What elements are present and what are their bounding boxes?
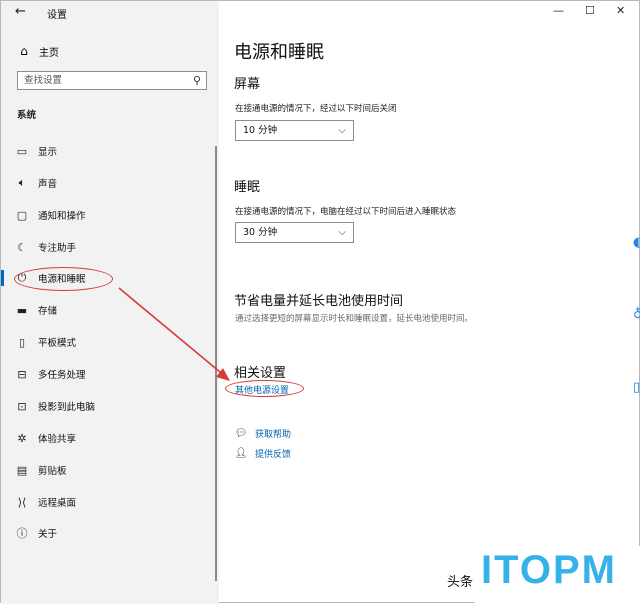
clipboard-icon: ▤: [16, 463, 28, 477]
watermark: 头条 ITOPM: [447, 546, 640, 604]
sidebar-item-label: 剪贴板: [38, 466, 67, 477]
sidebar-item-label: 关于: [38, 529, 58, 540]
sidebar-item-label: 通知和操作: [38, 211, 86, 222]
sidebar-item-display[interactable]: ▭ 显示: [14, 140, 209, 162]
sidebar-item-label: 显示: [38, 147, 58, 158]
background-window-icon: ◐: [633, 235, 640, 250]
dropdown-value: 30 分钟: [243, 227, 278, 238]
sidebar: ← 设置 ⌂ 主页 查找设置 ⚲ 系统 ▭ 显示 🔈︎ 声音 ▢ 通知和操作 ☾…: [1, 1, 219, 604]
sleep-description: 在接通电源的情况下，电脑在经过以下时间后进入睡眠状态: [235, 207, 457, 217]
sidebar-item-remote-desktop[interactable]: ⟩⟨ 远程桌面: [14, 491, 209, 513]
sidebar-item-label: 投影到此电脑: [38, 402, 96, 413]
sidebar-home[interactable]: ⌂ 主页: [17, 43, 59, 59]
section-title: 系统: [17, 110, 37, 121]
sidebar-item-tablet-mode[interactable]: ▯ 平板模式: [14, 331, 209, 353]
search-icon[interactable]: ⚲: [193, 72, 201, 89]
feedback-person-icon: 👤︎: [234, 448, 248, 459]
moon-icon: ☾: [17, 240, 27, 254]
settings-window: ← 设置 ⌂ 主页 查找设置 ⚲ 系统 ▭ 显示 🔈︎ 声音 ▢ 通知和操作 ☾…: [0, 0, 640, 604]
sleep-timeout-dropdown[interactable]: 30 分钟 ⌵: [235, 222, 354, 243]
screen-heading: 屏幕: [234, 77, 261, 92]
sidebar-item-notifications[interactable]: ▢ 通知和操作: [14, 204, 209, 226]
sleep-heading: 睡眠: [234, 180, 261, 195]
remote-desktop-icon: ⟩⟨: [17, 495, 27, 509]
sidebar-item-label: 多任务处理: [38, 370, 86, 381]
chat-help-icon: 💬︎: [234, 428, 248, 439]
home-icon: ⌂: [20, 44, 28, 58]
tablet-icon: ▯: [18, 335, 26, 349]
sidebar-item-storage[interactable]: ▬ 存储: [14, 299, 209, 321]
sidebar-item-label: 专注助手: [38, 243, 77, 254]
chevron-down-icon: ⌵: [338, 125, 346, 136]
sidebar-scrollbar[interactable]: [215, 146, 217, 581]
dropdown-value: 10 分钟: [243, 125, 278, 136]
home-label: 主页: [39, 47, 59, 59]
sidebar-item-about[interactable]: ⓘ 关于: [14, 522, 209, 544]
page-title: 电源和睡眠: [234, 42, 324, 63]
back-arrow-icon[interactable]: ←: [15, 4, 26, 19]
feedback-label: 提供反馈: [255, 450, 292, 460]
sidebar-item-label: 平板模式: [38, 338, 77, 349]
annotation-ellipse: [14, 267, 113, 291]
project-icon: ⊡: [17, 399, 27, 413]
watermark-prefix: 头条: [447, 575, 474, 590]
maximize-button[interactable]: ☐: [585, 4, 595, 17]
watermark-logo: ITOPM: [481, 548, 617, 592]
window-title: 设置: [47, 10, 67, 21]
search-input[interactable]: 查找设置 ⚲: [17, 71, 207, 90]
chevron-down-icon: ⌵: [338, 227, 346, 238]
search-placeholder: 查找设置: [24, 75, 63, 86]
monitor-icon: ▭: [16, 144, 28, 158]
get-help-link[interactable]: 💬︎ 获取帮助: [234, 427, 291, 440]
get-help-label: 获取帮助: [255, 430, 292, 440]
sidebar-item-label: 远程桌面: [38, 498, 77, 509]
background-window-icon: ▯: [633, 380, 640, 395]
close-button[interactable]: ✕: [616, 4, 625, 17]
sidebar-item-project[interactable]: ⊡ 投影到此电脑: [14, 395, 209, 417]
sidebar-item-sound[interactable]: 🔈︎ 声音: [14, 172, 209, 194]
sidebar-item-clipboard[interactable]: ▤ 剪贴板: [14, 459, 209, 481]
annotation-ellipse: [225, 380, 304, 397]
share-icon: ✲: [17, 431, 27, 445]
battery-description: 通过选择更短的屏幕显示时长和睡眠设置，延长电池使用时间。: [235, 314, 474, 324]
minimize-button[interactable]: —: [553, 4, 564, 17]
sidebar-item-shared-experiences[interactable]: ✲ 体验共享: [14, 427, 209, 449]
storage-icon: ▬: [16, 303, 28, 317]
sidebar-item-label: 声音: [38, 179, 58, 190]
related-settings-heading: 相关设置: [234, 366, 287, 381]
speaker-icon: 🔈︎: [18, 176, 26, 189]
battery-heading: 节省电量并延长电池使用时间: [234, 294, 404, 309]
sidebar-item-label: 体验共享: [38, 434, 77, 445]
sidebar-item-label: 存储: [38, 306, 58, 317]
info-icon: ⓘ: [16, 527, 28, 540]
screen-timeout-dropdown[interactable]: 10 分钟 ⌵: [235, 120, 354, 141]
notification-icon: ▢: [16, 208, 28, 222]
screen-description: 在接通电源的情况下，经过以下时间后关闭: [235, 104, 397, 114]
multitask-icon: ⊟: [17, 367, 27, 381]
sidebar-item-focus-assist[interactable]: ☾ 专注助手: [14, 236, 209, 258]
background-window-icon: ♁: [633, 307, 640, 322]
feedback-link[interactable]: 👤︎ 提供反馈: [234, 447, 291, 460]
sidebar-item-multitasking[interactable]: ⊟ 多任务处理: [14, 363, 209, 385]
